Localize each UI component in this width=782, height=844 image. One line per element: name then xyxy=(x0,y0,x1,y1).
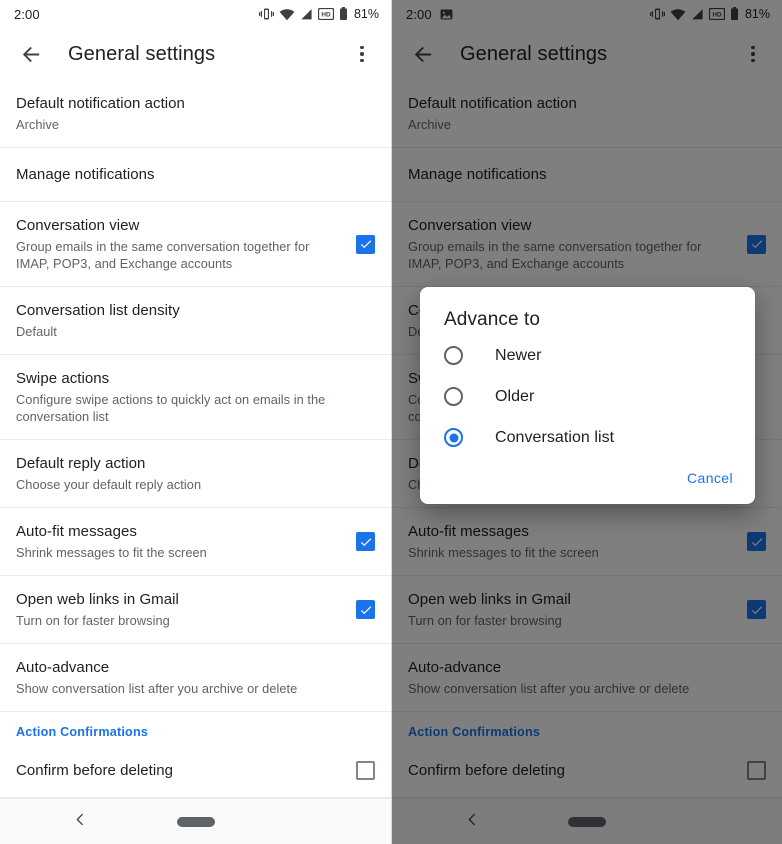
row-title: Default reply action xyxy=(16,455,146,472)
hd-icon: HD xyxy=(317,8,334,20)
setting-row-conversation-view[interactable]: Conversation view Group emails in the sa… xyxy=(0,202,391,287)
radio-label-conversation-list: Conversation list xyxy=(495,428,615,446)
check-icon xyxy=(360,605,371,614)
row-title: Confirm before deleting xyxy=(16,762,174,779)
radio-label-newer: Newer xyxy=(495,346,542,364)
radio-option-newer[interactable]: Newer xyxy=(420,335,755,376)
row-texts: Auto-advance Show conversation list afte… xyxy=(16,658,375,697)
back-arrow-icon[interactable] xyxy=(14,37,48,71)
checkbox-conversation-view[interactable] xyxy=(356,234,375,254)
setting-row-manage-notifications[interactable]: Manage notifications xyxy=(0,148,391,202)
status-bar-right: HD 81% xyxy=(258,7,379,21)
section-header-action-confirmations: Action Confirmations xyxy=(16,725,149,739)
advance-to-dialog: Advance to Newer Older Conversation list… xyxy=(420,287,755,504)
home-pill-indicator[interactable] xyxy=(176,816,215,827)
dialog-title: Advance to xyxy=(444,309,541,330)
setting-row-auto-fit-messages[interactable]: Auto-fit messages Shrink messages to fit… xyxy=(0,508,391,576)
row-texts: Auto-fit messages Shrink messages to fit… xyxy=(16,522,356,561)
cancel-button[interactable]: Cancel xyxy=(687,470,733,486)
row-texts: Default reply action Choose your default… xyxy=(16,454,375,493)
check-icon xyxy=(360,240,371,249)
row-title: Open web links in Gmail xyxy=(16,591,179,608)
dual-screenshot-stage: 2:00 HD 81% General settings Default not… xyxy=(0,0,782,844)
setting-row-swipe-actions[interactable]: Swipe actions Configure swipe actions to… xyxy=(0,355,391,440)
row-texts: Confirm before deleting xyxy=(16,761,356,780)
status-bar-left: 2:00 xyxy=(14,7,40,22)
wifi-icon xyxy=(279,8,295,20)
setting-row-open-web-links-in-gmail[interactable]: Open web links in Gmail Turn on for fast… xyxy=(0,576,391,644)
checkbox-auto-fit-messages[interactable] xyxy=(356,532,375,551)
row-texts: Swipe actions Configure swipe actions to… xyxy=(16,369,375,425)
settings-list: Default notification action Archive Mana… xyxy=(0,80,391,798)
row-subtitle: Turn on for faster browsing xyxy=(16,613,170,628)
row-texts: Manage notifications xyxy=(16,165,375,184)
row-texts: Default notification action Archive xyxy=(16,94,375,133)
row-texts: Conversation view Group emails in the sa… xyxy=(16,216,356,272)
page-title: General settings xyxy=(68,42,216,65)
more-vert-icon[interactable] xyxy=(345,37,379,71)
phone-screen-right: 2:00 xyxy=(391,0,782,844)
row-subtitle: Default xyxy=(16,324,57,339)
radio-option-older[interactable]: Older xyxy=(420,376,755,417)
dialog-actions: Cancel xyxy=(420,458,755,496)
battery-percent: 81% xyxy=(353,7,379,21)
row-title: Manage notifications xyxy=(16,166,155,183)
row-subtitle: Configure swipe actions to quickly act o… xyxy=(16,392,326,424)
setting-row-default-reply-action[interactable]: Default reply action Choose your default… xyxy=(0,440,391,508)
radio-option-conversation-list[interactable]: Conversation list xyxy=(420,417,755,458)
status-bar: 2:00 HD 81% xyxy=(0,0,391,28)
radio-button-older[interactable] xyxy=(444,387,463,406)
battery-icon xyxy=(339,7,347,20)
svg-text:HD: HD xyxy=(321,12,331,19)
row-title: Auto-advance xyxy=(16,659,110,676)
radio-button-newer[interactable] xyxy=(444,346,463,365)
row-subtitle: Shrink messages to fit the screen xyxy=(16,545,207,560)
checkbox-confirm-before-deleting[interactable] xyxy=(356,761,375,780)
row-subtitle: Show conversation list after you archive… xyxy=(16,681,298,696)
row-subtitle: Group emails in the same conversation to… xyxy=(16,239,310,271)
signal-icon xyxy=(301,8,312,19)
row-title: Conversation view xyxy=(16,217,140,234)
phone-screen-left: 2:00 HD 81% General settings Default not… xyxy=(0,0,391,844)
row-title: Conversation list density xyxy=(16,302,180,319)
row-title: Swipe actions xyxy=(16,370,110,387)
setting-row-default-notification-action[interactable]: Default notification action Archive xyxy=(0,80,391,148)
radio-label-older: Older xyxy=(495,387,535,405)
checkbox-open-web-links[interactable] xyxy=(356,600,375,619)
setting-row-auto-advance[interactable]: Auto-advance Show conversation list afte… xyxy=(0,644,391,712)
check-icon xyxy=(360,537,371,546)
row-title: Default notification action xyxy=(16,95,185,112)
setting-row-confirm-before-deleting[interactable]: Confirm before deleting xyxy=(0,744,391,798)
row-texts: Open web links in Gmail Turn on for fast… xyxy=(16,590,356,629)
vibrate-icon xyxy=(258,8,274,20)
system-nav-bar xyxy=(0,798,391,844)
nav-back-chevron-icon[interactable] xyxy=(72,811,88,832)
row-title: Auto-fit messages xyxy=(16,523,137,540)
row-subtitle: Choose your default reply action xyxy=(16,477,202,492)
status-time: 2:00 xyxy=(14,6,40,22)
setting-row-conversation-list-density[interactable]: Conversation list density Default xyxy=(0,287,391,355)
app-toolbar: General settings xyxy=(0,28,391,80)
row-subtitle: Archive xyxy=(16,117,60,132)
row-texts: Conversation list density Default xyxy=(16,301,375,340)
radio-button-conversation-list[interactable] xyxy=(444,428,463,447)
